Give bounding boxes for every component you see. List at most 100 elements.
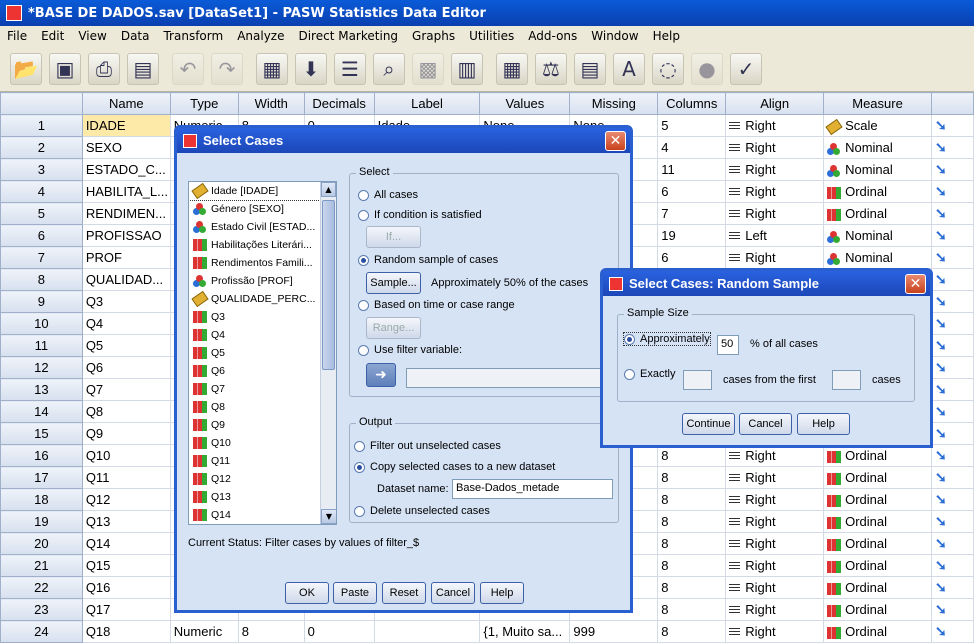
column-header-columns[interactable]: Columns [657, 92, 727, 115]
cell-align[interactable]: Left [725, 224, 825, 247]
use-sets-icon[interactable]: ◌ [652, 52, 684, 85]
cell-cols[interactable]: 8 [657, 488, 727, 511]
variable-list-item[interactable]: Estado Civil [ESTAD... [189, 218, 336, 236]
cell-name[interactable]: RENDIMEN... [81, 202, 171, 225]
variable-list-scrollbar[interactable]: ▲ ▼ [320, 182, 336, 524]
variable-list-item[interactable]: Rendimentos Famili... [189, 254, 336, 272]
cell-cols[interactable]: 8 [657, 598, 727, 621]
row-number[interactable]: 14 [0, 400, 83, 423]
cell-align[interactable]: Right [725, 620, 825, 643]
variable-list-item[interactable]: Q9 [189, 416, 336, 434]
filter-out-radio[interactable]: Filter out unselected cases [354, 440, 501, 452]
cell-cols[interactable]: 6 [657, 246, 727, 269]
column-header-missing[interactable]: Missing [569, 92, 659, 115]
cell-role[interactable]: ➘ [930, 598, 974, 621]
cell-measure[interactable]: Ordinal [823, 620, 932, 643]
cell-type[interactable]: Numeric [169, 620, 239, 643]
cell-measure[interactable]: Ordinal [823, 576, 932, 599]
move-right-arrow-icon[interactable]: ➜ [366, 363, 396, 387]
filter-variable-field[interactable] [406, 368, 606, 388]
cell-role[interactable]: ➘ [930, 400, 974, 423]
row-number[interactable]: 10 [0, 312, 83, 335]
cell-measure[interactable]: Ordinal [823, 598, 932, 621]
cell-measure[interactable]: Ordinal [823, 510, 932, 533]
scroll-up-arrow-icon[interactable]: ▲ [321, 182, 336, 197]
paste-button[interactable]: Paste [333, 582, 377, 604]
random-sample-radio[interactable]: Random sample of cases [358, 254, 498, 266]
variable-list-item[interactable]: Habilitações Literári... [189, 236, 336, 254]
column-header-align[interactable]: Align [725, 92, 825, 115]
cell-name[interactable]: Q15 [81, 554, 171, 577]
goto-variable-icon[interactable]: ⬇ [295, 52, 327, 85]
menu-item-file[interactable]: File [0, 29, 34, 43]
help-button[interactable]: Help [797, 413, 850, 435]
approximately-radio[interactable]: Approximately [623, 332, 711, 346]
cell-cols[interactable]: 4 [657, 136, 727, 159]
cell-role[interactable]: ➘ [930, 290, 974, 313]
cell-name[interactable]: Q6 [81, 356, 171, 379]
cell-name[interactable]: IDADE [81, 114, 171, 137]
select-cases-icon[interactable]: ▤ [574, 52, 606, 85]
cell-align[interactable]: Right [725, 554, 825, 577]
insert-cases-icon[interactable]: ▩ [412, 52, 444, 85]
variable-list-item[interactable]: Género [SEXO] [189, 200, 336, 218]
menu-item-add-ons[interactable]: Add-ons [521, 29, 584, 43]
row-number[interactable]: 8 [0, 268, 83, 291]
cell-role[interactable]: ➘ [930, 202, 974, 225]
variable-list-item[interactable]: Q10 [189, 434, 336, 452]
cell-role[interactable]: ➘ [930, 136, 974, 159]
ok-button[interactable]: OK [285, 582, 329, 604]
cell-role[interactable]: ➘ [930, 554, 974, 577]
column-header-width[interactable]: Width [237, 92, 305, 115]
cell-align[interactable]: Right [725, 158, 825, 181]
column-header-name[interactable]: Name [81, 92, 171, 115]
cell-missing[interactable]: 999 [569, 620, 659, 643]
cell-label[interactable] [373, 620, 481, 643]
if-button[interactable]: If... [366, 226, 421, 248]
cell-name[interactable]: Q16 [81, 576, 171, 599]
if-condition-radio[interactable]: If condition is satisfied [358, 209, 482, 221]
menu-item-direct-marketing[interactable]: Direct Marketing [291, 29, 405, 43]
cell-name[interactable]: ESTADO_C... [81, 158, 171, 181]
sample-button[interactable]: Sample... [366, 272, 421, 294]
cell-role[interactable]: ➘ [930, 268, 974, 291]
row-number[interactable]: 17 [0, 466, 83, 489]
row-number[interactable]: 20 [0, 532, 83, 555]
cell-name[interactable]: Q10 [81, 444, 171, 467]
time-range-radio[interactable]: Based on time or case range [358, 299, 515, 311]
row-number[interactable]: 6 [0, 224, 83, 247]
column-header-measure[interactable]: Measure [823, 92, 932, 115]
cell-align[interactable]: Right [725, 576, 825, 599]
cell-align[interactable]: Right [725, 246, 825, 269]
cell-role[interactable]: ➘ [930, 532, 974, 555]
value-labels-icon[interactable]: A [613, 52, 645, 85]
goto-case-icon[interactable]: ▦ [256, 52, 288, 85]
exactly-radio[interactable]: Exactly [624, 368, 675, 380]
variables-icon[interactable]: ☰ [334, 52, 366, 85]
cell-name[interactable]: Q7 [81, 378, 171, 401]
cell-align[interactable]: Right [725, 466, 825, 489]
cell-name[interactable]: QUALIDAD... [81, 268, 171, 291]
variable-list-item[interactable]: Q12 [189, 470, 336, 488]
cell-role[interactable]: ➘ [930, 576, 974, 599]
cell-name[interactable]: Q17 [81, 598, 171, 621]
spell-check-icon[interactable]: ✓ [730, 52, 762, 85]
cell-cols[interactable]: 8 [657, 466, 727, 489]
cell-role[interactable]: ➘ [930, 378, 974, 401]
variable-list-item[interactable]: QUALIDADE_PERC... [189, 290, 336, 308]
cell-measure[interactable]: Nominal [823, 158, 932, 181]
cell-measure[interactable]: Ordinal [823, 180, 932, 203]
variable-list-item[interactable]: Q13 [189, 488, 336, 506]
row-number[interactable]: 15 [0, 422, 83, 445]
copy-dataset-radio[interactable]: Copy selected cases to a new dataset [354, 461, 555, 473]
cell-align[interactable]: Right [725, 180, 825, 203]
dialog-recall-icon[interactable]: ▤ [127, 52, 159, 85]
cell-role[interactable]: ➘ [930, 620, 974, 643]
cell-name[interactable]: SEXO [81, 136, 171, 159]
cell-name[interactable]: Q9 [81, 422, 171, 445]
row-number[interactable]: 1 [0, 114, 83, 137]
column-header-role[interactable] [930, 92, 974, 115]
cell-align[interactable]: Right [725, 598, 825, 621]
row-number[interactable]: 13 [0, 378, 83, 401]
cell-name[interactable]: Q4 [81, 312, 171, 335]
